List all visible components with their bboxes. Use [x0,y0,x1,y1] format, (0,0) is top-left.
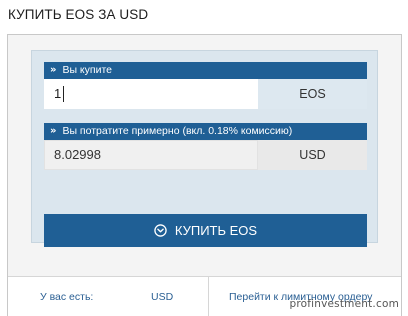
balance-currency: USD [151,291,174,303]
panel-body: » Вы купите 1 EOS » Вы потратите примерн… [8,35,401,276]
text-caret [63,85,65,102]
buy-amount-header-label: Вы купите [62,64,112,76]
panel-footer: У вас есть: USD Перейти к лимитному орде… [8,276,401,316]
buy-amount-header: » Вы купите [44,62,367,79]
double-chevron-right-icon: » [50,125,57,137]
buy-amount-input[interactable]: 1 [44,79,258,109]
page-title: КУПИТЬ EOS ЗА USD [8,7,149,22]
balance-cell: У вас есть: USD [8,277,209,316]
spend-amount-header: » Вы потратите примерно (вкл. 0.18% коми… [44,123,367,140]
buy-button[interactable]: КУПИТЬ EOS [44,214,367,247]
spend-amount-header-label: Вы потратите примерно (вкл. 0.18% комисс… [62,125,293,137]
buy-amount-row: 1 EOS [44,79,367,109]
buy-amount-unit: EOS [258,79,367,109]
watermark-text: profinvestment.com [289,298,399,310]
buy-amount-value: 1 [54,86,62,101]
balance-label: У вас есть: [40,291,94,303]
buy-button-label: КУПИТЬ EOS [174,223,258,238]
double-chevron-right-icon: » [50,64,57,76]
buy-form: » Вы купите 1 EOS » Вы потратите примерн… [31,50,378,247]
spend-amount-field: 8.02998 [44,140,258,170]
chevron-down-circle-icon [154,224,167,237]
spend-amount-unit: USD [258,140,367,170]
spend-amount-row: 8.02998 USD [44,140,367,170]
order-panel: » Вы купите 1 EOS » Вы потратите примерн… [7,34,402,316]
